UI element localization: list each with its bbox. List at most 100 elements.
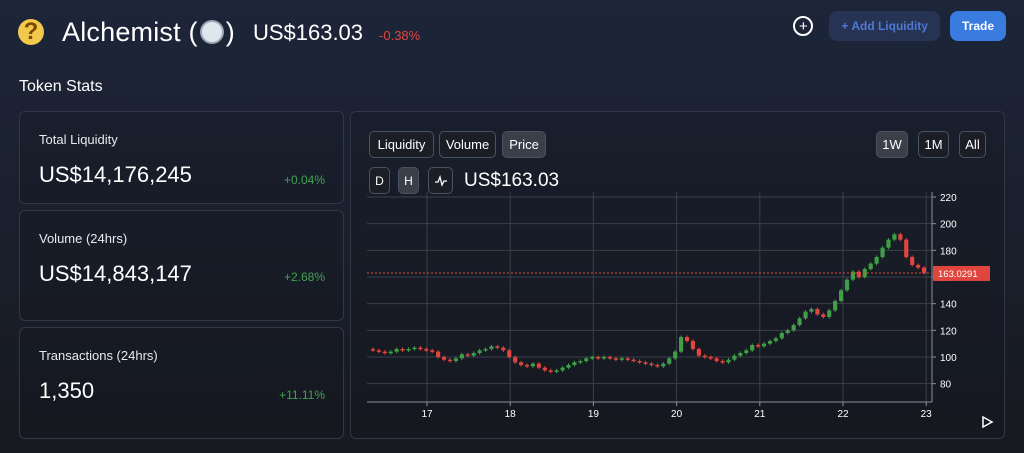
candle-body [750,345,755,351]
candle-body [637,361,642,363]
candle-body [625,358,630,360]
candle-body [631,359,636,362]
trade-button[interactable]: Trade [949,11,1006,41]
candle-body [483,349,488,351]
candle-body [702,355,707,358]
candle-body [673,351,678,359]
candle-body [471,353,476,356]
candle-body [477,350,482,353]
interval-daily-button[interactable]: D [369,167,390,194]
token-name-close: ) [225,16,235,47]
candle-body [756,345,761,347]
token-logo-icon [199,19,224,44]
chart-x-axis: 17 18 19 20 21 22 23 [367,401,933,420]
x-tick-label: 18 [505,409,517,420]
tab-liquidity[interactable]: Liquidity [369,131,434,158]
stat-change: +0.04% [283,173,325,187]
tab-price[interactable]: Price [502,131,546,158]
x-tick-label: 20 [671,409,683,420]
interval-hourly-button[interactable]: H [398,167,419,194]
x-tick-label: 22 [837,409,849,420]
candle-body [833,301,838,311]
token-name-text: Alchemist ( [62,16,198,47]
candle-body [424,349,429,351]
candle-body [726,359,731,363]
candle-body [388,351,393,354]
y-tick-label: 100 [940,353,957,364]
line-chart-icon[interactable] [428,167,453,194]
candle-body [827,310,832,317]
candle-body [679,337,684,352]
range-1w[interactable]: 1W [876,131,908,158]
candle-body [542,367,547,371]
candle-body [916,265,921,268]
range-1m[interactable]: 1M [918,131,949,158]
current-price-line: 163.0291 [367,265,990,281]
candle-body [690,341,696,349]
candle-body [436,351,441,357]
stat-value: US$14,843,147 [39,261,192,286]
token-price: US$163.03 [252,20,364,45]
candle-body [430,350,435,352]
candle-body [773,338,778,341]
candle-body [601,357,607,359]
stat-label: Transactions (24hrs) [39,348,158,363]
candle-body [489,346,494,349]
stat-value: US$14,176,245 [39,162,192,187]
stat-label: Total Liquidity [39,132,118,147]
candle-body [590,357,595,359]
range-all[interactable]: All [959,131,986,158]
candle-body [779,333,784,339]
x-tick-label: 19 [588,409,600,420]
candle-body [696,349,701,356]
candle-body [892,234,897,240]
tab-volume[interactable]: Volume [439,131,496,158]
candle-body [447,359,453,362]
candle-body [607,357,613,359]
candle-body [560,367,565,371]
candle-body [382,351,387,354]
stat-change: +11.11% [279,388,325,402]
chart-y-axis: 80100120140160180200220 [931,192,957,402]
candle-body [785,330,790,333]
watchlist-add-icon[interactable]: + [793,16,814,36]
x-tick-label: 23 [921,409,933,420]
candle-body [376,350,381,352]
candle-body [803,311,808,319]
candle-body [513,357,518,363]
candle-body [566,365,571,368]
candle-body [708,357,713,359]
candle-body [921,267,927,273]
token-header: ? Alchemist () US$163.03 -0.38% [18,12,420,52]
candle-body [519,362,524,365]
candle-body [797,318,802,325]
candle-body [904,239,909,257]
candle-body [720,361,725,363]
candle-body [761,343,767,347]
stat-label: Volume (24hrs) [39,231,128,246]
candle-body [815,309,820,315]
candle-body [596,357,601,359]
candle-body [684,337,690,341]
candle-body [874,257,879,264]
candle-body [744,350,749,353]
candle-body [394,349,399,352]
y-tick-label: 80 [940,380,952,391]
stat-card-volume: Volume (24hrs) US$14,843,147 +2.68% [19,210,344,321]
header-actions: + + Add Liquidity Trade [793,11,1006,41]
candle-body [767,341,773,344]
add-liquidity-button[interactable]: + Add Liquidity [829,11,940,41]
token-change: -0.38% [379,27,421,43]
candle-body [524,365,530,367]
y-tick-label: 120 [940,326,957,337]
play-icon[interactable] [980,415,994,429]
candle-body [507,350,512,357]
candle-body [643,362,648,364]
candle-body [791,325,796,331]
candle-body [465,354,470,356]
candle-body [370,349,376,351]
candle-body [613,358,618,360]
candle-body [406,349,411,351]
candlestick-chart[interactable]: 80100120140160180200220 17181920212223 1… [367,192,992,424]
candle-body [649,363,654,366]
